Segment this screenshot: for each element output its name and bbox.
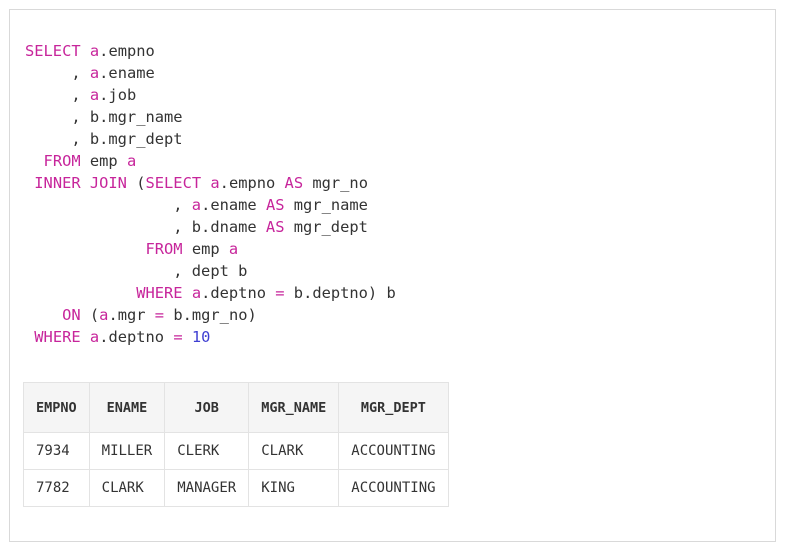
code-line: SELECT a.empno: [25, 40, 396, 62]
sql-token: .job: [99, 86, 137, 104]
sql-token: ,: [25, 64, 90, 82]
table-cell-mgr-name: CLARK: [248, 432, 340, 470]
sql-keyword: ON: [62, 306, 81, 324]
column-header-mgr-name: MGR_NAME: [248, 382, 340, 433]
sql-keyword: a: [89, 64, 100, 82]
table-cell-empno: 7782: [23, 469, 90, 507]
sql-keyword: AS: [284, 174, 304, 192]
table-cell-mgr-dept: ACCOUNTING: [338, 432, 449, 470]
table-body: 7934 MILLER CLERK CLARK ACCOUNTING 7782 CLARK M…: [23, 432, 449, 507]
code-line: , b.dname AS mgr_dept: [25, 216, 396, 238]
sql-keyword: =: [154, 306, 165, 324]
sql-token: .mgr: [108, 306, 155, 324]
sql-code-block: SELECT a.empno , a.ename , a.job , b.mgr…: [25, 40, 396, 348]
sql-token: mgr_name: [284, 196, 368, 214]
code-line: , a.job: [25, 84, 396, 106]
sql-token: (: [80, 306, 100, 324]
sql-keyword: =: [275, 284, 285, 302]
sql-keyword: WHERE: [34, 328, 81, 346]
sql-keyword: a: [89, 328, 100, 346]
sql-keyword: AS: [265, 196, 285, 214]
table-cell-ename: CLARK: [88, 469, 166, 507]
sql-keyword: a: [191, 196, 202, 214]
table-cell-mgr-name: KING: [248, 469, 340, 507]
table-row: 7782 CLARK MANAGER KING ACCOUNTING: [23, 469, 449, 507]
sql-keyword: SELECT: [25, 42, 81, 60]
sql-token: .empno: [99, 42, 155, 60]
sql-keyword: =: [173, 328, 183, 346]
table-cell-mgr-dept: ACCOUNTING: [338, 469, 449, 507]
sql-keyword: FROM: [145, 240, 183, 258]
sql-token: mgr_no: [303, 174, 368, 192]
sql-number: 10: [191, 328, 211, 346]
sql-keyword: a: [126, 152, 137, 170]
code-line: INNER JOIN (SELECT a.empno AS mgr_no: [25, 172, 396, 194]
sql-keyword: a: [191, 284, 202, 302]
sql-keyword: FROM: [43, 152, 81, 170]
column-header-job: JOB: [164, 382, 250, 433]
result-table: EMPNO ENAME JOB MGR_NAME MGR_DEPT 7934 MILLER…: [23, 382, 449, 507]
sql-token: ,: [25, 86, 90, 104]
sql-keyword: WHERE: [136, 284, 183, 302]
sql-token: mgr_dept: [284, 218, 368, 236]
sql-token: , b.mgr_dept: [25, 130, 183, 148]
column-header-mgr-dept: MGR_DEPT: [338, 382, 449, 433]
sql-token: emp: [182, 240, 229, 258]
table-cell-job: CLERK: [164, 432, 250, 470]
table-header-row: EMPNO ENAME JOB MGR_NAME MGR_DEPT: [23, 382, 449, 433]
sql-keyword: a: [89, 42, 100, 60]
sql-token: .ename: [201, 196, 266, 214]
column-header-empno: EMPNO: [23, 382, 90, 433]
table-cell-job: MANAGER: [164, 469, 250, 507]
sql-token: b.mgr_no): [164, 306, 257, 324]
code-line: WHERE a.deptno = 10: [25, 326, 396, 348]
sql-keyword: AS: [265, 218, 285, 236]
sql-keyword: a: [228, 240, 239, 258]
table-row: 7934 MILLER CLERK CLARK ACCOUNTING: [23, 432, 449, 470]
sql-token: b.deptno) b: [284, 284, 396, 302]
code-line: FROM emp a: [25, 238, 396, 260]
sql-token: ,: [25, 196, 192, 214]
code-line: , a.ename AS mgr_name: [25, 194, 396, 216]
sql-token: , b.mgr_name: [25, 108, 183, 126]
sql-token: .deptno: [99, 328, 174, 346]
code-line: , a.ename: [25, 62, 396, 84]
sql-keyword: a: [210, 174, 220, 192]
code-line: , dept b: [25, 260, 396, 282]
code-line: FROM emp a: [25, 150, 396, 172]
sql-token: (: [126, 174, 146, 192]
table-cell-ename: MILLER: [88, 432, 166, 470]
code-line: , b.mgr_dept: [25, 128, 396, 150]
sql-token: .ename: [99, 64, 155, 82]
sql-token: , b.dname: [25, 218, 266, 236]
code-line: ON (a.mgr = b.mgr_no): [25, 304, 396, 326]
sql-token: emp: [80, 152, 127, 170]
sql-keyword: INNER JOIN: [34, 174, 127, 192]
sql-token: , dept b: [25, 262, 248, 280]
sql-token: .empno: [219, 174, 285, 192]
sql-token: .deptno: [201, 284, 276, 302]
sql-keyword: a: [89, 86, 100, 104]
column-header-ename: ENAME: [88, 382, 166, 433]
code-line: WHERE a.deptno = b.deptno) b: [25, 282, 396, 304]
sql-keyword: SELECT: [145, 174, 202, 192]
table-cell-empno: 7934: [23, 432, 90, 470]
code-line: , b.mgr_name: [25, 106, 396, 128]
